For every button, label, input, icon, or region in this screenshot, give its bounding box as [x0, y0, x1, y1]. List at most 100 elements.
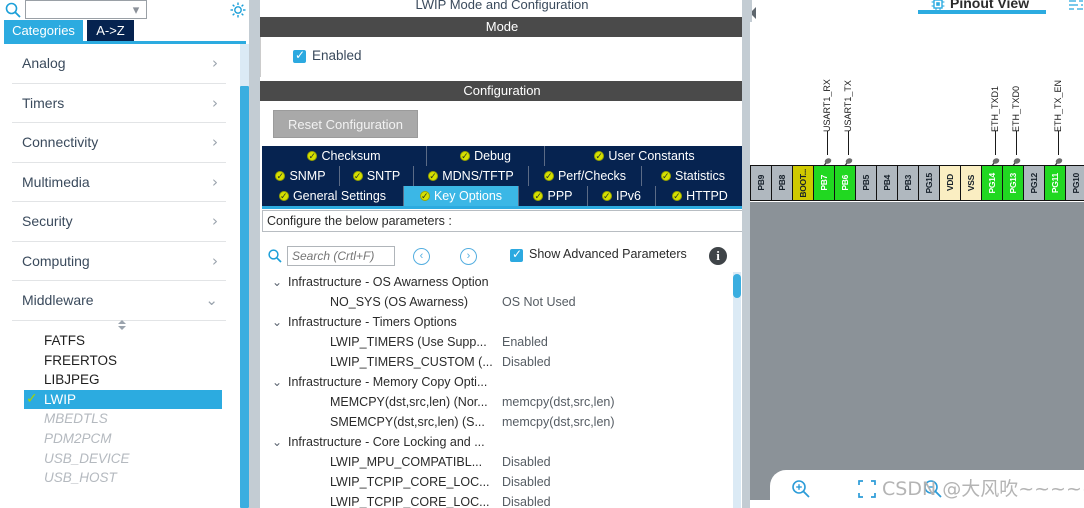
pin-pb7[interactable]: PB7 — [813, 165, 834, 201]
tab-label: SNTP — [366, 169, 401, 183]
ip-search-combo[interactable]: ▾ — [25, 0, 147, 19]
tab-general-settings[interactable]: General Settings — [262, 186, 404, 206]
parameter-scrollbar-track[interactable] — [733, 272, 741, 508]
sidebar-scrollbar-thumb[interactable] — [240, 86, 249, 508]
enabled-checkbox[interactable] — [293, 48, 306, 63]
pin-pg13[interactable]: PG13 — [1002, 165, 1023, 201]
pin-vss[interactable]: VSS — [960, 165, 981, 201]
pin-pg11[interactable]: PG11 — [1044, 165, 1065, 201]
info-icon[interactable]: i — [709, 247, 727, 265]
parameter-scrollbar-thumb[interactable] — [733, 274, 741, 298]
pin-pg15[interactable]: PG15 — [918, 165, 939, 201]
list-item[interactable]: MBEDTLS — [24, 409, 222, 429]
pin-label: PB9 — [756, 175, 766, 191]
param-value[interactable]: Disabled — [502, 352, 551, 372]
pin-pb9[interactable]: PB9 — [750, 165, 771, 201]
sidebar-item-analog[interactable]: Analog › — [12, 44, 226, 84]
pin-vdd[interactable]: VDD — [939, 165, 960, 201]
reset-configuration-button[interactable]: Reset Configuration — [273, 110, 418, 138]
tab-key-options[interactable]: Key Options — [404, 186, 519, 206]
param-value[interactable]: Enabled — [502, 332, 548, 352]
list-item[interactable]: PDM2PCM — [24, 429, 222, 449]
table-row[interactable]: LWIP_TCPIP_CORE_LOC... Disabled — [262, 492, 732, 508]
show-advanced-label: Show Advanced Parameters — [529, 247, 687, 261]
tab-statistics[interactable]: Statistics — [642, 166, 744, 186]
tree-group[interactable]: ⌄ Infrastructure - Timers Options — [262, 312, 732, 332]
sidebar-item-middleware[interactable]: Middleware ⌄ — [12, 281, 226, 321]
pin-boot[interactable]: BOOT... — [792, 165, 813, 201]
category-label: Security — [22, 213, 73, 229]
tab-checksum[interactable]: Checksum — [262, 146, 427, 166]
pin-pb5[interactable]: PB5 — [855, 165, 876, 201]
table-row[interactable]: LWIP_TCPIP_CORE_LOC... Disabled — [262, 472, 732, 492]
search-input[interactable] — [287, 246, 395, 266]
tab-ipv6[interactable]: IPv6 — [588, 186, 656, 206]
pin-pb4[interactable]: PB4 — [876, 165, 897, 201]
tab-a-to-z[interactable]: A->Z — [87, 20, 134, 41]
table-row[interactable]: LWIP_TIMERS (Use Supp... Enabled — [262, 332, 732, 352]
table-row[interactable]: LWIP_TIMERS_CUSTOM (... Disabled — [262, 352, 732, 372]
sidebar-item-computing[interactable]: Computing › — [12, 242, 226, 281]
table-row[interactable]: MEMCPY(dst,src,len) (Nor... memcpy(dst,s… — [262, 392, 732, 412]
table-row[interactable]: NO_SYS (OS Awarness) OS Not Used — [262, 292, 732, 312]
tab-label: Statistics — [674, 169, 725, 183]
table-row[interactable]: SMEMCPY(dst,src,len) (S... memcpy(dst,sr… — [262, 412, 732, 432]
param-value[interactable]: memcpy(dst,src,len) — [502, 412, 615, 432]
tree-group[interactable]: ⌄ Infrastructure - Core Locking and ... — [262, 432, 732, 452]
tab-mdns-tftp[interactable]: MDNS/TFTP — [414, 166, 529, 186]
list-item[interactable]: USB_HOST — [24, 468, 222, 488]
pinout-canvas[interactable]: USART1_RX USART1_TX ETH_TXD1 ETH_TXD0 ET… — [750, 22, 1084, 508]
sidebar-item-security[interactable]: Security › — [12, 202, 226, 242]
param-value[interactable]: OS Not Used — [502, 292, 576, 312]
sidebar-item-connectivity[interactable]: Connectivity › — [12, 123, 226, 163]
pin-pg10[interactable]: PG10 — [1065, 165, 1084, 201]
tab-snmp[interactable]: SNMP — [262, 166, 340, 186]
chevron-down-icon: ⌄ — [205, 291, 218, 309]
list-item[interactable]: USB_DEVICE — [24, 449, 222, 469]
param-name: LWIP_TIMERS (Use Supp... — [330, 335, 487, 349]
list-view-icon[interactable] — [1068, 0, 1084, 10]
param-value[interactable]: Disabled — [502, 492, 551, 508]
list-item[interactable]: FREERTOS — [24, 351, 222, 371]
pin-pb6[interactable]: PB6 — [834, 165, 855, 201]
chip-body[interactable] — [750, 202, 1084, 500]
tree-group[interactable]: ⌄ Infrastructure - OS Awarness Option — [262, 272, 732, 292]
previous-match-button[interactable]: ‹ — [413, 248, 430, 265]
tree-group[interactable]: ⌄ Infrastructure - Memory Copy Opti... — [262, 372, 732, 392]
pin-pg12[interactable]: PG12 — [1023, 165, 1044, 201]
check-badge-icon — [660, 167, 671, 186]
zoom-in-icon[interactable] — [790, 478, 812, 500]
chevron-right-icon: › — [212, 212, 218, 230]
list-item-lwip-selected[interactable]: ✓ LWIP — [24, 389, 222, 410]
tab-httpd[interactable]: HTTPD — [656, 186, 744, 206]
tab-debug[interactable]: Debug — [427, 146, 545, 166]
fit-to-screen-icon[interactable] — [856, 478, 878, 500]
sidebar-scrollbar-upper[interactable] — [240, 44, 249, 86]
pin-pb3[interactable]: PB3 — [897, 165, 918, 201]
tree-group-label: Infrastructure - Core Locking and ... — [288, 435, 485, 449]
chevron-down-icon: ⌄ — [272, 275, 283, 289]
param-value[interactable]: Disabled — [502, 452, 551, 472]
zoom-out-icon[interactable] — [922, 478, 944, 500]
param-value[interactable]: memcpy(dst,src,len) — [502, 392, 615, 412]
pin-pg14[interactable]: PG14 — [981, 165, 1002, 201]
pin-pb8[interactable]: PB8 — [771, 165, 792, 201]
tab-user-constants[interactable]: User Constants — [545, 146, 744, 166]
middleware-item-list: FATFS FREERTOS LIBJPEG ✓ LWIP MBEDTLS PD… — [24, 331, 222, 488]
table-row[interactable]: LWIP_MPU_COMPATIBL... Disabled — [262, 452, 732, 472]
show-advanced-checkbox[interactable] — [510, 247, 523, 262]
tab-perf-checks[interactable]: Perf/Checks — [529, 166, 642, 186]
gear-icon[interactable] — [228, 0, 248, 20]
tab-categories[interactable]: Categories — [4, 20, 83, 41]
next-match-button[interactable]: › — [460, 248, 477, 265]
param-value[interactable]: Disabled — [502, 472, 551, 492]
list-item[interactable]: FATFS — [24, 331, 222, 351]
list-item[interactable]: LIBJPEG — [24, 370, 222, 390]
tab-pinout-view[interactable]: Pinout View — [918, 0, 1052, 18]
tab-ppp[interactable]: PPP — [519, 186, 588, 206]
sidebar-item-multimedia[interactable]: Multimedia › — [12, 163, 226, 202]
tab-sntp[interactable]: SNTP — [340, 166, 414, 186]
sidebar-item-timers[interactable]: Timers › — [12, 84, 226, 123]
tree-group-label: Infrastructure - Timers Options — [288, 315, 457, 329]
scroll-spinner-icon[interactable] — [112, 318, 132, 332]
